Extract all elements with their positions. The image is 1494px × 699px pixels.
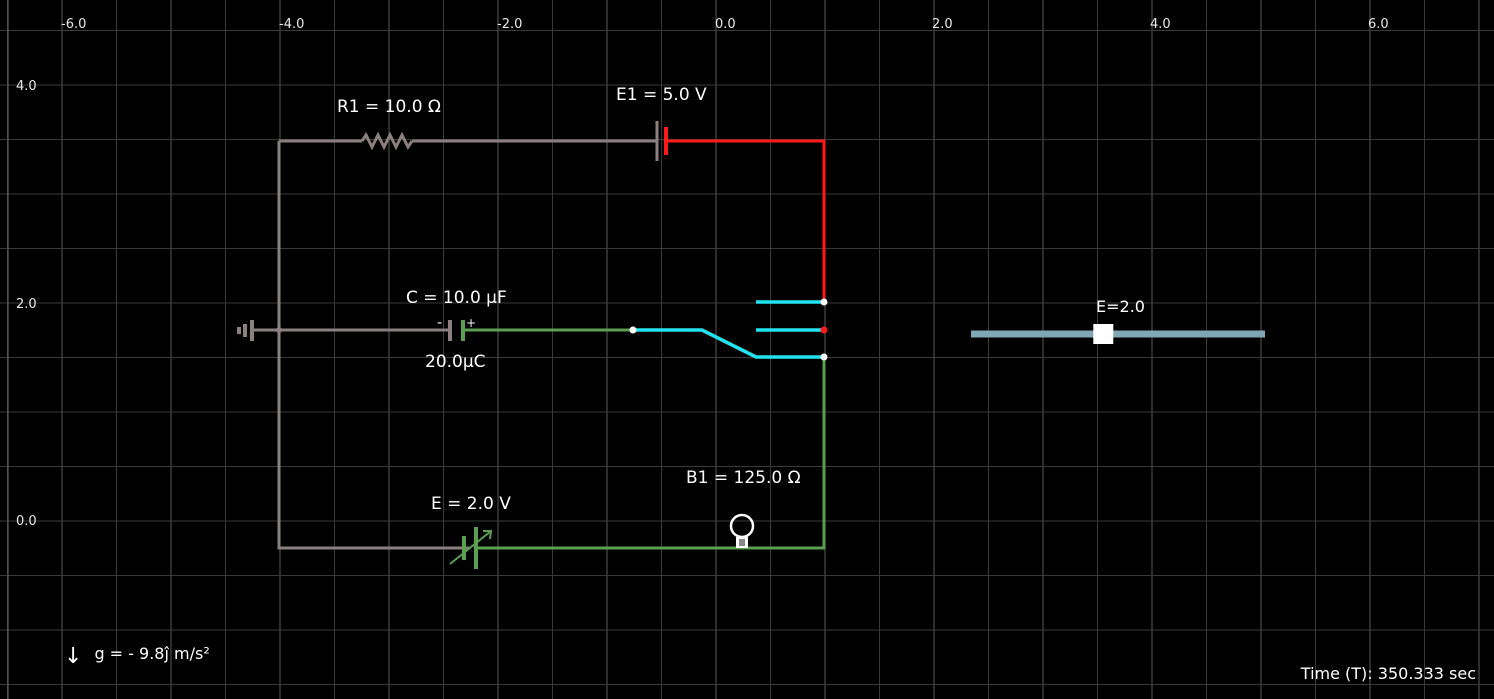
slider-label: E=2.0 — [1096, 297, 1145, 316]
y-axis-ticks: 4.0 2.0 0.0 — [16, 79, 37, 529]
junction-node — [276, 327, 282, 333]
right-bottom-wire[interactable] — [476, 357, 826, 550]
x-tick-label: -2.0 — [497, 17, 522, 32]
bulb-label: B1 = 125.0 Ω — [686, 468, 801, 488]
capacitor-minus-sign: - — [437, 315, 442, 331]
time-readout: Time (T): 350.333 sec — [1300, 664, 1476, 683]
resistor-r1[interactable] — [360, 131, 414, 151]
slider-thumb[interactable] — [1093, 324, 1114, 344]
x-tick-label: 2.0 — [932, 17, 953, 32]
capacitor-plus-sign: + — [466, 316, 476, 330]
bulb-icon — [729, 513, 755, 539]
x-tick-label: 6.0 — [1368, 17, 1389, 32]
capacitor-charge-label: 20.0µC — [425, 352, 486, 372]
gravity-readout: ↓ g = - 9.8ĵ m/s² — [64, 644, 210, 669]
right-top-wire[interactable] — [666, 139, 826, 302]
bulb-b1[interactable] — [729, 513, 755, 548]
x-axis-ticks: -6.0 -4.0 -2.0 0.0 2.0 4.0 6.0 — [61, 17, 1389, 32]
switch-pivot-node[interactable] — [629, 326, 637, 334]
switch-mid-node[interactable] — [820, 326, 828, 334]
gravity-arrow-icon: ↓ — [64, 644, 83, 669]
bulb-base-inner — [739, 539, 745, 546]
x-tick-label: 4.0 — [1150, 17, 1171, 32]
x-tick-label: 0.0 — [715, 17, 736, 32]
resistor-label: R1 = 10.0 Ω — [337, 97, 441, 117]
gray-wires — [237, 121, 659, 550]
x-tick-label: -6.0 — [61, 17, 86, 32]
gravity-text: g = - 9.8ĵ m/s² — [94, 644, 210, 663]
y-tick-label: 4.0 — [16, 79, 37, 94]
left-wire[interactable] — [277, 141, 470, 550]
y-tick-label: 0.0 — [16, 514, 37, 529]
red-wires — [664, 127, 826, 302]
capacitor-label: C = 10.0 µF — [406, 288, 507, 308]
grid — [0, 0, 1494, 699]
switch-bottom-node[interactable] — [820, 353, 828, 361]
battery-label: E1 = 5.0 V — [616, 85, 707, 105]
y-tick-label: 2.0 — [16, 297, 37, 312]
x-tick-label: -4.0 — [279, 17, 304, 32]
switch-top-node[interactable] — [820, 298, 828, 306]
voltage-slider[interactable] — [971, 324, 1265, 344]
variable-source-label: E = 2.0 V — [431, 494, 511, 514]
circuit-canvas[interactable]: -6.0 -4.0 -2.0 0.0 2.0 4.0 6.0 4.0 2.0 0… — [0, 0, 1494, 699]
